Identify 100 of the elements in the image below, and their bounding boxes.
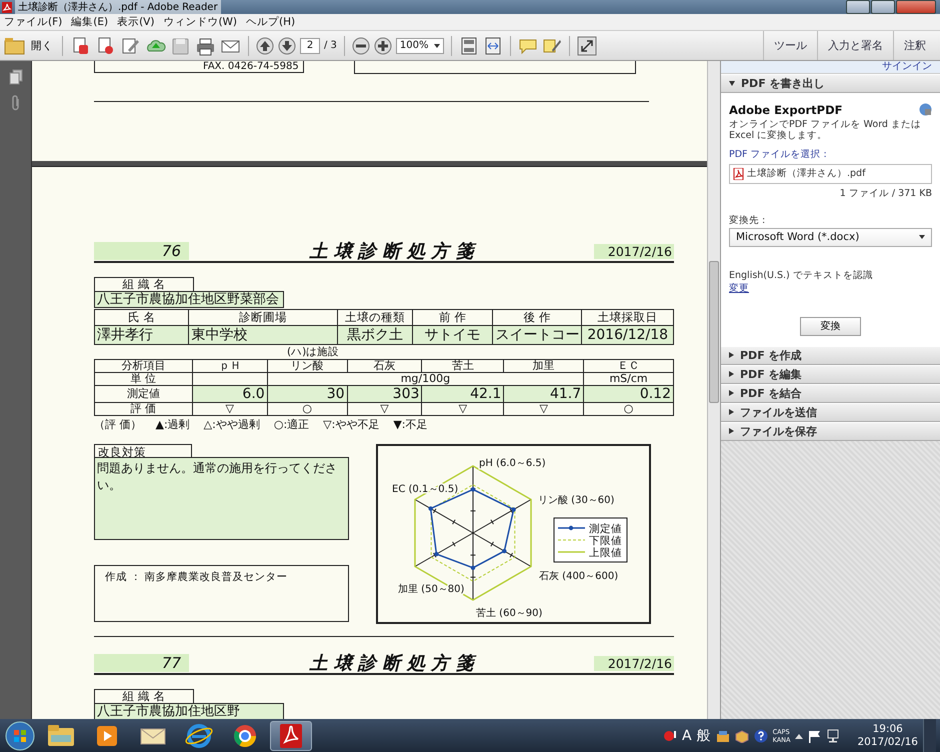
menu-item[interactable]: ウィンドウ(W) — [163, 15, 238, 29]
header-cell: 単 位 — [94, 372, 192, 386]
export-title: Adobe ExportPDF — [729, 103, 842, 117]
table-cell: 黒ボク土 — [337, 326, 412, 344]
folder-icon[interactable] — [4, 36, 25, 54]
axis-label: pH (6.0～6.5) — [479, 458, 546, 469]
legend-swatch — [558, 526, 585, 530]
fit-page-icon[interactable] — [458, 36, 479, 56]
select-file-label: PDF ファイルを選択 : — [729, 148, 828, 161]
author-text: 作成 ： 南多摩農業改良普及センター — [94, 565, 349, 622]
table-cell: ▽ — [347, 402, 422, 416]
section-header[interactable]: PDF を結合 — [721, 384, 940, 403]
section-header[interactable]: ファイルを送信 — [721, 402, 940, 422]
section-header[interactable]: PDF を作成 — [721, 346, 940, 365]
zoom-field[interactable]: 100% — [396, 38, 444, 54]
sheet-date: 2017/2/16 — [594, 244, 674, 258]
help-icon[interactable] — [754, 729, 768, 743]
table-cell: スイートコー — [492, 326, 582, 344]
clock[interactable]: 19:06 2017/02/16 — [857, 723, 918, 749]
ime-mode[interactable]: A — [682, 728, 692, 744]
note-text: (ハ)は施設 — [287, 345, 340, 359]
file-field[interactable]: 土壌診断（澤井さん）.pdf — [729, 164, 932, 184]
convert-to-label: 変換先 : — [729, 214, 766, 227]
header-cell: 分析項目 — [94, 360, 192, 372]
legend-text: （評 価） — [94, 417, 142, 432]
axis-label: リン酸 (30～60) — [538, 495, 614, 506]
header-cell: ｐＨ — [192, 360, 268, 372]
start-button[interactable] — [4, 720, 36, 752]
legend-text: ○:適正 — [274, 417, 310, 432]
legend-label: 測定値 — [589, 523, 622, 535]
change-link[interactable]: 変更 — [729, 282, 749, 295]
window-title: 土壌診断（澤井さん）.pdf - Adobe Reader — [15, 0, 221, 14]
format-dropdown[interactable]: Microsoft Word (*.docx) — [729, 228, 932, 247]
section-header[interactable]: PDF を編集 — [721, 364, 940, 384]
header-cell: 苦土 — [422, 360, 504, 372]
header-cell: リン酸 — [267, 360, 348, 372]
zoom-out-icon[interactable] — [352, 36, 370, 54]
table-cell: ○ — [267, 402, 348, 416]
close-button[interactable] — [896, 0, 936, 14]
pane-button[interactable]: 入力と署名 — [817, 31, 893, 60]
table-cell: 41.7 — [504, 386, 584, 402]
menu-item[interactable]: 編集(E) — [71, 15, 108, 29]
legend-label: 上限値 — [589, 547, 622, 559]
header-cell: ＥＣ — [584, 360, 674, 372]
description-text: オンラインでPDF ファイルを Word または Excel に変換します。 — [729, 119, 922, 142]
sign-in-link[interactable]: サインイン — [882, 61, 932, 72]
highlighter-icon[interactable] — [542, 36, 562, 54]
axis-label: 苦土 (60～90) — [476, 608, 542, 619]
zoom-in-icon[interactable] — [374, 36, 392, 54]
header-cell: 評 価 — [94, 402, 192, 416]
comment-icon[interactable] — [518, 36, 538, 54]
pdf-file-icon — [733, 168, 744, 180]
table-cell: 303 — [347, 386, 422, 402]
browser-e-icon — [184, 723, 214, 749]
pane-button[interactable]: 注釈 — [893, 31, 936, 60]
page-number-field[interactable]: 2 — [300, 38, 320, 54]
fit-width-icon[interactable] — [482, 36, 503, 56]
sheet-date: 2017/2/16 — [594, 656, 674, 670]
table-cell: 6.0 — [192, 386, 268, 402]
legend-text: ▼:不足 — [393, 417, 428, 432]
pane-button[interactable]: ツール — [763, 31, 817, 60]
alert-icon[interactable] — [662, 729, 677, 743]
globe-icon[interactable] — [919, 103, 932, 116]
toolbox-icon[interactable] — [716, 730, 730, 742]
table-cell: 東中学校 — [188, 326, 338, 344]
open-button[interactable]: 開く — [29, 38, 55, 52]
paperclip-icon[interactable] — [10, 95, 22, 111]
print-icon[interactable] — [195, 36, 216, 56]
menu-item[interactable]: ファイル(F) — [4, 15, 62, 29]
header-cell: 土壌採取日 — [582, 310, 674, 326]
taskbar-app[interactable] — [270, 721, 312, 751]
table-cell: 八王子市農協加住地区野菜部会 — [94, 291, 284, 308]
network-icon[interactable] — [826, 729, 840, 743]
full-screen-icon[interactable] — [576, 36, 597, 56]
table-cell: 0.12 — [584, 386, 674, 402]
section-header[interactable]: ファイルを保存 — [721, 422, 940, 441]
table-cell: 30 — [267, 386, 348, 402]
axis-label: EC (0.1～0.5) — [392, 484, 458, 495]
header-cell: 前 作 — [412, 310, 493, 326]
flag-icon[interactable] — [808, 730, 822, 742]
header-cell: 石灰 — [347, 360, 422, 372]
box-icon[interactable] — [734, 730, 749, 742]
convert-button[interactable]: 変換 — [800, 316, 861, 336]
sheet-title: 土 壌 診 断 処 方 箋 — [189, 651, 594, 675]
page-total: / 3 — [324, 40, 337, 51]
menu-item[interactable]: ヘルプ(H) — [246, 15, 296, 29]
header-cell: 診断圃場 — [188, 310, 338, 326]
minimize-button[interactable] — [846, 0, 870, 14]
maximize-button[interactable] — [871, 0, 895, 14]
table-cell: ▽ — [504, 402, 584, 416]
menu-item[interactable]: 表示(V) — [117, 15, 154, 29]
section-header[interactable]: PDF を書き出し — [721, 74, 940, 93]
remedy-text: 問題ありません。通常の施用を行ってください。 — [94, 457, 349, 540]
up-caret-icon[interactable] — [795, 733, 804, 739]
ime-kanji[interactable]: 般 — [696, 727, 711, 745]
scrollbar[interactable] — [707, 61, 720, 719]
table-cell: ▽ — [192, 402, 268, 416]
pages-icon[interactable] — [8, 69, 22, 85]
sheet-number: 76 — [94, 242, 189, 260]
sign-pdf-icon[interactable] — [120, 36, 141, 56]
